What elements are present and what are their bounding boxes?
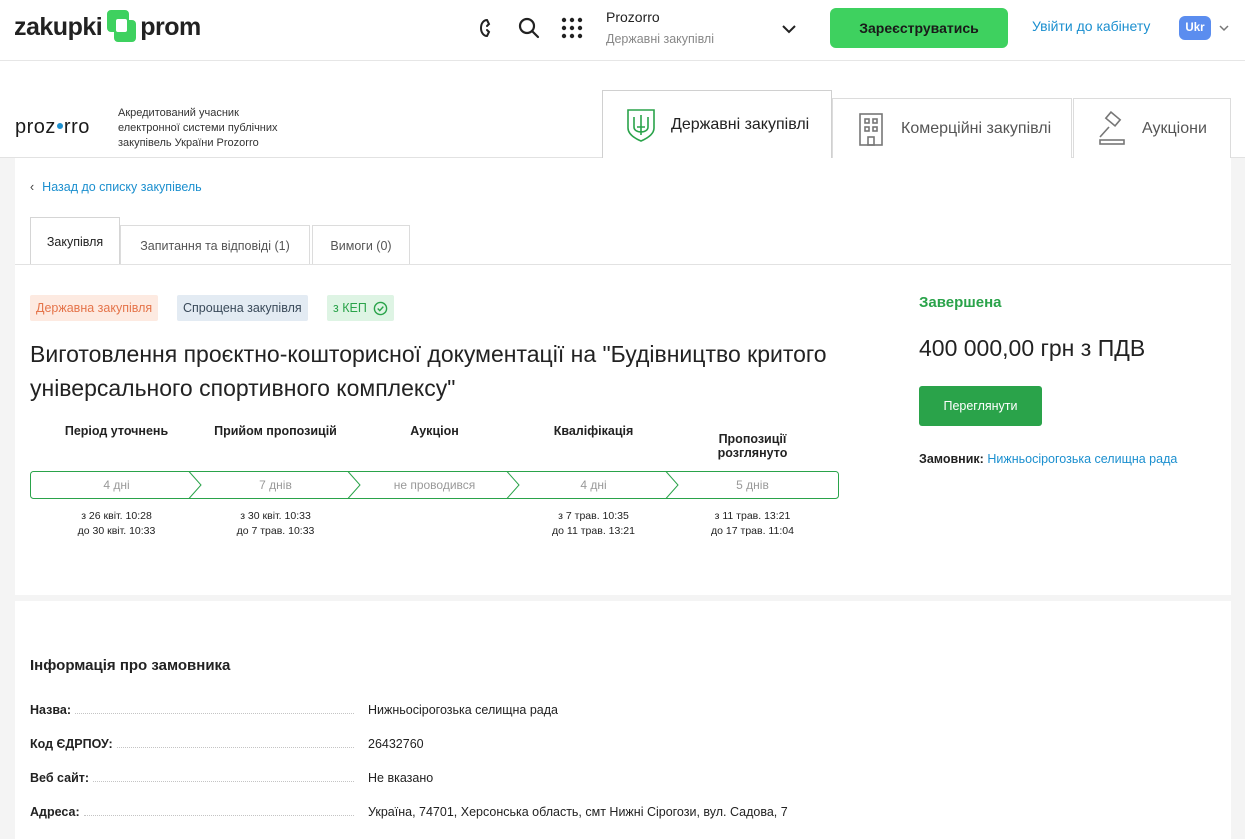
tab-auctions[interactable]: Аукціони bbox=[1073, 98, 1231, 158]
tender-card: ‹ Назад до списку закупівель Закупівля За… bbox=[15, 158, 1231, 595]
logo-text-right: prom bbox=[140, 12, 201, 41]
prozorro-description: Акредитований учасник електронної систем… bbox=[118, 107, 278, 149]
info-row-address: Адреса: Україна, 74701, Херсонська облас… bbox=[30, 805, 1210, 825]
stage-duration: 5 днів bbox=[736, 478, 769, 492]
stage-duration: 7 днів bbox=[259, 478, 292, 492]
stage-label-qualification: Кваліфікація bbox=[553, 424, 634, 438]
platform-selector[interactable]: Prozorro Державні закупівлі bbox=[606, 9, 714, 46]
customer-link[interactable]: Нижньосірогозька селищна рада bbox=[987, 452, 1177, 466]
customer-info-card: Інформація про замовника Назва: Нижньосі… bbox=[15, 601, 1231, 839]
back-link[interactable]: ‹ Назад до списку закупівель bbox=[30, 180, 202, 194]
building-icon bbox=[859, 112, 883, 146]
info-value: 26432760 bbox=[368, 737, 424, 751]
info-label: Адреса: bbox=[30, 805, 80, 819]
info-value: Україна, 74701, Херсонська область, смт … bbox=[368, 805, 788, 819]
phone-icon[interactable] bbox=[473, 16, 497, 40]
info-row-code: Код ЄДРПОУ: 26432760 bbox=[30, 737, 1210, 757]
register-button[interactable]: Зареєструватись bbox=[830, 8, 1008, 48]
apps-grid-icon[interactable] bbox=[560, 16, 584, 40]
login-link[interactable]: Увійти до кабінету bbox=[1032, 18, 1150, 34]
chevron-down-icon[interactable] bbox=[780, 20, 798, 38]
tab-label: Державні закупівлі bbox=[671, 116, 810, 133]
info-value: Не вказано bbox=[368, 771, 434, 785]
platform-subtitle: Державні закупівлі bbox=[606, 32, 714, 46]
platform-title: Prozorro bbox=[606, 9, 660, 25]
tender-title: Виготовлення проєктно-кошторисної докуме… bbox=[30, 341, 827, 401]
stage-duration: не проводився bbox=[393, 478, 476, 492]
language-chevron-icon[interactable] bbox=[1218, 21, 1230, 33]
info-label: Код ЄДРПОУ: bbox=[30, 737, 113, 751]
customer-info-heading: Інформація про замовника bbox=[30, 657, 231, 674]
badge-government: Державна закупівля bbox=[30, 295, 159, 321]
info-label: Назва: bbox=[30, 703, 71, 717]
top-header: zakupki prom Prozorro Державні закупівлі… bbox=[0, 0, 1245, 61]
view-button[interactable]: Переглянути bbox=[919, 386, 1042, 426]
zakupki-prom-logo[interactable]: zakupki prom bbox=[14, 10, 201, 44]
stage-label-reviewed: Пропозиції розглянуто bbox=[717, 432, 788, 460]
tab-label: Аукціони bbox=[1142, 119, 1207, 137]
language-badge[interactable]: Ukr bbox=[1179, 16, 1211, 40]
stage-label-proposals: Прийом пропозицій bbox=[214, 424, 337, 438]
prozorro-strip: proz rro Акредитований учасник електронно… bbox=[0, 61, 1245, 159]
customer-key: Замовник: bbox=[919, 452, 984, 466]
stage-dates: з 30 квіт. 10:33 до 7 трав. 10:33 bbox=[236, 510, 315, 537]
customer-line: Замовник: Нижньосірогозька селищна рада bbox=[919, 452, 1177, 466]
stage-label-clarifications: Період уточнень bbox=[64, 424, 169, 438]
tab-questions[interactable]: Запитання та відповіді (1) bbox=[120, 225, 310, 265]
gavel-icon bbox=[1099, 110, 1125, 145]
tab-claims[interactable]: Вимоги (0) bbox=[312, 225, 410, 265]
stage-label-auction: Аукціон bbox=[410, 424, 459, 438]
stage-dates: з 11 трав. 13:21 до 17 трав. 11:04 bbox=[711, 510, 794, 537]
stage-dates: з 7 трав. 10:35 до 11 трав. 13:21 bbox=[552, 510, 635, 537]
logo-mark-icon bbox=[104, 10, 138, 44]
stage-duration: 4 дні bbox=[103, 478, 130, 492]
search-icon[interactable] bbox=[517, 16, 541, 40]
logo-text-left: zakupki bbox=[14, 12, 103, 41]
tab-procurement[interactable]: Закупівля bbox=[30, 217, 120, 265]
tab-label: Комерційні закупівлі bbox=[901, 119, 1052, 137]
info-label: Веб сайт: bbox=[30, 771, 90, 785]
info-row-website: Веб сайт: Не вказано bbox=[30, 771, 1210, 791]
stage-duration: 4 дні bbox=[580, 478, 607, 492]
tab-government-procurement[interactable]: Державні закупівлі bbox=[602, 90, 832, 159]
chevron-left-icon: ‹ bbox=[30, 180, 35, 194]
trident-icon bbox=[627, 109, 655, 142]
badge-kep: з КЕП bbox=[327, 295, 394, 321]
tab-commercial-procurement[interactable]: Комерційні закупівлі bbox=[832, 98, 1072, 158]
info-row-name: Назва: Нижньосірогозька селищна рада bbox=[30, 703, 1210, 723]
info-value: Нижньосірогозька селищна рада bbox=[368, 703, 559, 717]
check-circle-icon bbox=[373, 301, 388, 315]
prozorro-logo: proz rro bbox=[15, 116, 90, 138]
tabs-divider bbox=[15, 264, 1231, 265]
status-label: Завершена bbox=[919, 294, 1002, 311]
stage-dates: з 26 квіт. 10:28 до 30 квіт. 10:33 bbox=[77, 510, 156, 537]
badge-simplified: Спрощена закупівля bbox=[177, 295, 308, 321]
tender-amount: 400 000,00 грн з ПДВ bbox=[919, 335, 1146, 361]
